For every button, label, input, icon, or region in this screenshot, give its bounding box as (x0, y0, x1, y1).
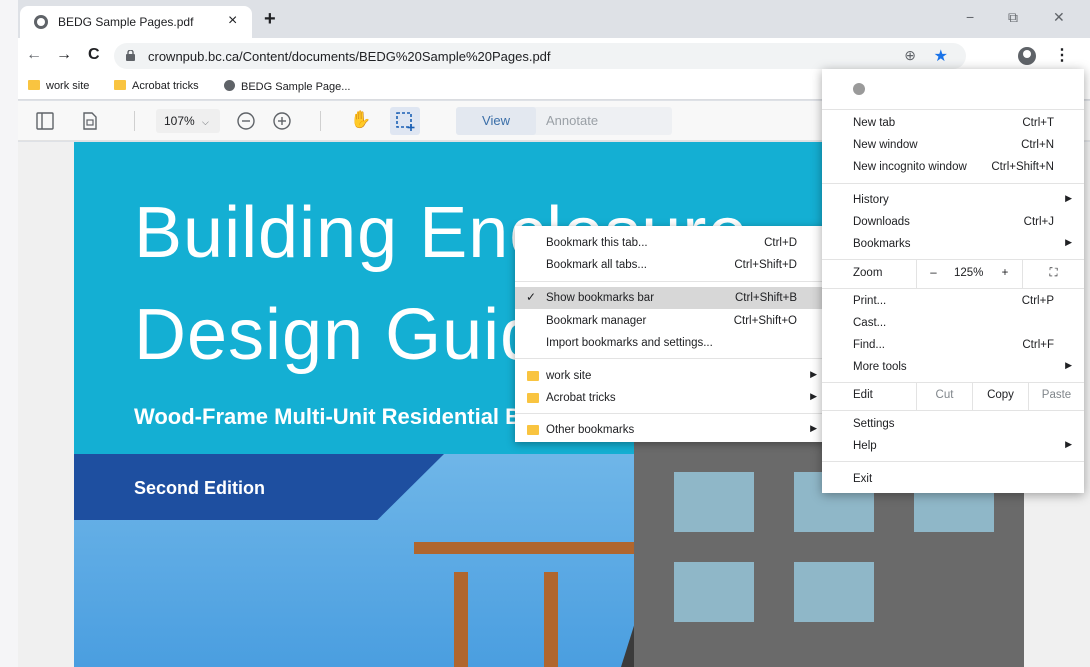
folder-icon (527, 371, 539, 381)
menu-divider (515, 358, 827, 359)
menu-item-bookmark-manager[interactable]: Bookmark manager Ctrl+Shift+O (515, 310, 827, 332)
menu-divider (515, 413, 827, 414)
submenu-arrow-icon: ▶ (810, 423, 817, 433)
paste-button[interactable]: Paste (1028, 382, 1084, 410)
tab-title: BEDG Sample Pages.pdf (58, 15, 194, 29)
hand-tool-icon[interactable]: ✋ (350, 110, 371, 130)
page-margin (0, 0, 18, 667)
back-button[interactable]: ← (26, 46, 42, 64)
copy-button[interactable]: Copy (972, 382, 1028, 410)
menu-item-other-bookmarks[interactable]: Other bookmarks ▶ (515, 419, 827, 441)
checkmark-icon: ✓ (526, 290, 537, 304)
menu-item-find[interactable]: Find... Ctrl+F (822, 334, 1084, 356)
bookmark-star-icon[interactable]: ★ (934, 46, 948, 66)
menu-divider (822, 109, 1084, 110)
folder-icon (527, 425, 539, 435)
url-text: crownpub.bc.ca/Content/documents/BEDG%20… (148, 49, 551, 64)
bookmarks-submenu: Bookmark this tab... Ctrl+D Bookmark all… (515, 226, 827, 442)
menu-item-cast[interactable]: Cast... (822, 312, 1084, 334)
submenu-arrow-icon: ▶ (1065, 439, 1072, 449)
menu-item-folder-acrobat-tricks[interactable]: Acrobat tricks ▶ (515, 387, 827, 409)
reload-button[interactable]: C (88, 46, 100, 64)
toolbar-divider (134, 111, 135, 131)
address-bar[interactable]: crownpub.bc.ca/Content/documents/BEDG%20… (114, 43, 966, 69)
zoom-out-icon[interactable] (236, 111, 256, 131)
menu-divider (822, 410, 1084, 411)
zoom-out-button[interactable]: – (916, 260, 950, 288)
toolbar-divider (320, 111, 321, 131)
profile-icon[interactable] (1018, 47, 1036, 65)
folder-icon (527, 393, 539, 403)
menu-divider (822, 183, 1084, 184)
chrome-menu-button[interactable]: ⋮ (1054, 45, 1070, 65)
zoom-level: 125% (954, 267, 984, 279)
annotate-mode-button[interactable]: Annotate (546, 113, 598, 128)
mode-switcher: View Annotate (456, 107, 672, 135)
zoom-in-button[interactable]: + (988, 260, 1022, 288)
menu-row-edit: Edit Cut Copy Paste (822, 382, 1084, 410)
lock-icon (126, 50, 135, 61)
wood-post (544, 572, 558, 667)
minimize-button[interactable]: − (966, 9, 974, 25)
menu-item-bookmarks[interactable]: Bookmarks ▶ (822, 233, 1084, 255)
bookmark-bedg-sample[interactable]: BEDG Sample Page... (224, 80, 350, 93)
building-window (674, 472, 754, 532)
tab-active[interactable]: BEDG Sample Pages.pdf × (20, 6, 252, 38)
menu-divider (822, 461, 1084, 462)
page-view-icon[interactable] (82, 112, 98, 130)
menu-item-import-bookmarks[interactable]: Import bookmarks and settings... (515, 332, 827, 354)
submenu-arrow-icon: ▶ (810, 369, 817, 379)
cover-edition: Second Edition (134, 478, 266, 498)
marquee-select-tool[interactable] (390, 107, 420, 135)
menu-item-exit[interactable]: Exit (822, 468, 1084, 490)
view-mode-button[interactable]: View (456, 107, 536, 135)
new-tab-button[interactable]: + (264, 8, 276, 31)
chrome-main-menu: New tab Ctrl+T New window Ctrl+N New inc… (822, 69, 1084, 493)
submenu-arrow-icon: ▶ (1065, 193, 1072, 203)
restore-button[interactable]: ⧉ (1008, 9, 1018, 26)
close-tab-icon[interactable]: × (228, 12, 237, 30)
menu-item-bookmark-this-tab[interactable]: Bookmark this tab... Ctrl+D (515, 232, 827, 254)
close-window-button[interactable]: ✕ (1053, 9, 1065, 26)
fullscreen-icon[interactable]: ⛶ (1022, 260, 1084, 288)
sidebar-toggle-icon[interactable] (36, 112, 54, 130)
menu-divider (515, 281, 827, 282)
menu-row-zoom: Zoom – 125% + ⛶ (822, 260, 1084, 288)
wood-post (454, 572, 468, 667)
globe-icon (224, 80, 235, 91)
submenu-arrow-icon: ▶ (1065, 360, 1072, 370)
menu-item-more-tools[interactable]: More tools ▶ (822, 356, 1084, 378)
building-window (794, 562, 874, 622)
menu-item-new-window[interactable]: New window Ctrl+N (822, 134, 1084, 156)
bookmark-folder-work-site[interactable]: work site (28, 80, 89, 92)
menu-item-settings[interactable]: Settings (822, 413, 1084, 435)
tab-strip: BEDG Sample Pages.pdf × + − ⧉ ✕ (18, 0, 1090, 38)
menu-item-history[interactable]: History ▶ (822, 189, 1084, 211)
menu-item-bookmark-all-tabs[interactable]: Bookmark all tabs... Ctrl+Shift+D (515, 254, 827, 276)
zoom-indicator-icon[interactable]: ⊕ (904, 47, 916, 64)
building-window (674, 562, 754, 622)
menu-divider (822, 288, 1084, 289)
menu-item-print[interactable]: Print... Ctrl+P (822, 290, 1084, 312)
menu-item-new-incognito-window[interactable]: New incognito window Ctrl+Shift+N (822, 156, 1084, 178)
bookmark-folder-acrobat-tricks[interactable]: Acrobat tricks (114, 80, 199, 92)
folder-icon (114, 80, 126, 90)
submenu-arrow-icon: ▶ (1065, 237, 1072, 247)
select-region-icon (396, 112, 415, 131)
folder-icon (28, 80, 40, 90)
forward-button[interactable]: → (56, 46, 72, 64)
wood-beam (414, 542, 634, 554)
cut-button[interactable]: Cut (916, 382, 972, 410)
submenu-arrow-icon: ▶ (810, 391, 817, 401)
zoom-in-icon[interactable] (272, 111, 292, 131)
menu-item-help[interactable]: Help ▶ (822, 435, 1084, 457)
menu-item-show-bookmarks-bar[interactable]: ✓ Show bookmarks bar Ctrl+Shift+B (515, 287, 827, 309)
menu-item-downloads[interactable]: Downloads Ctrl+J (822, 211, 1084, 233)
chevron-down-icon: ⌵ (202, 117, 209, 127)
globe-icon (34, 15, 48, 29)
profile-avatar-icon[interactable] (853, 83, 865, 95)
zoom-select[interactable]: 107% ⌵ (156, 109, 220, 133)
menu-item-new-tab[interactable]: New tab Ctrl+T (822, 112, 1084, 134)
menu-item-folder-work-site[interactable]: work site ▶ (515, 365, 827, 387)
